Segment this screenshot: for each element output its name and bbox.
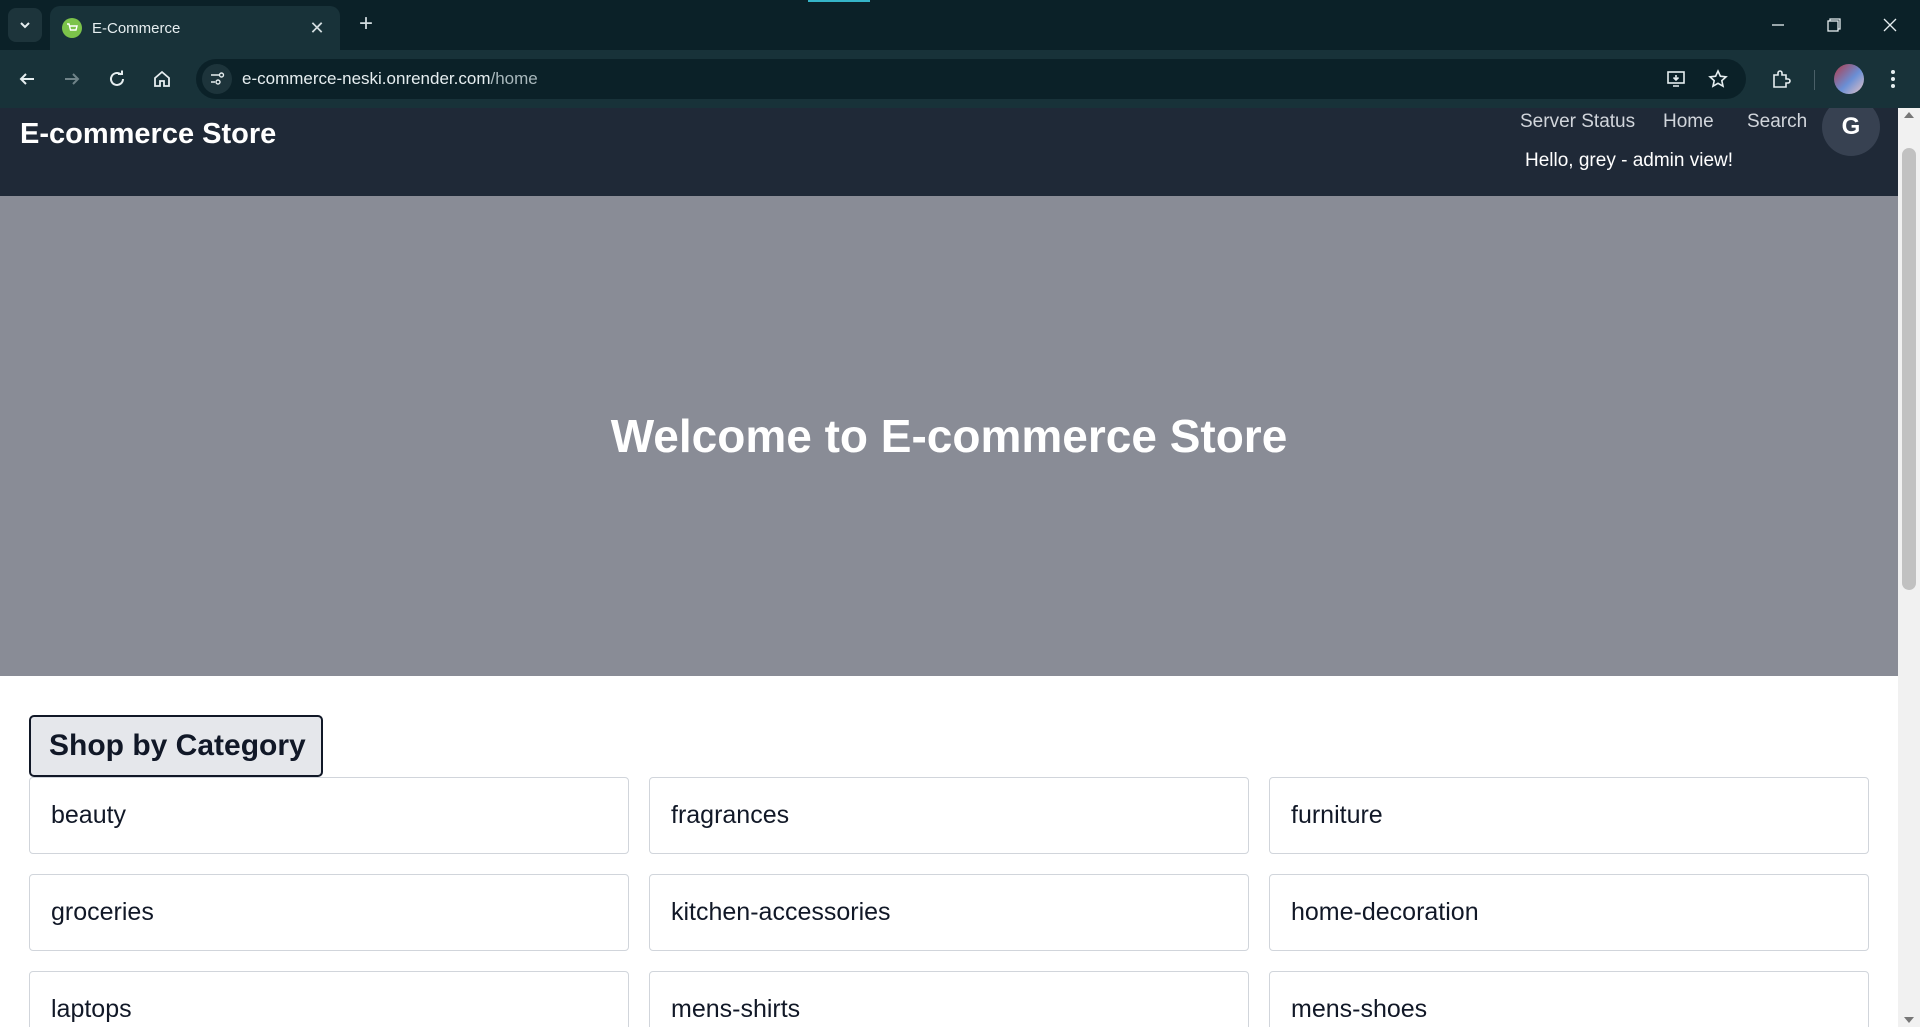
category-card-furniture[interactable]: furniture	[1269, 777, 1869, 854]
url-domain: e-commerce-neski.onrender.com	[242, 69, 491, 88]
tab-strip-accent	[808, 0, 870, 2]
category-card-mens-shoes[interactable]: mens-shoes	[1269, 971, 1869, 1027]
page-scrollbar[interactable]	[1898, 108, 1920, 1027]
browser-tab-active[interactable]: E-Commerce ✕	[50, 6, 340, 50]
close-icon[interactable]: ✕	[306, 18, 328, 39]
window-close-icon[interactable]	[1870, 10, 1910, 40]
plus-icon[interactable]: +	[352, 11, 380, 39]
hero-title: Welcome to E-commerce Store	[610, 410, 1288, 462]
nav-server-status[interactable]: Server Status	[1520, 111, 1635, 133]
install-app-icon[interactable]	[1664, 67, 1688, 91]
more-vertical-icon[interactable]	[1878, 64, 1908, 94]
back-arrow-icon[interactable]	[10, 62, 44, 96]
home-icon[interactable]	[145, 62, 179, 96]
scroll-down-arrow-icon[interactable]	[1904, 1017, 1914, 1023]
browser-toolbar: e-commerce-neski.onrender.com/home	[0, 50, 1920, 108]
tab-search-button[interactable]	[8, 8, 42, 42]
user-avatar[interactable]: G	[1822, 108, 1880, 156]
forward-arrow-icon[interactable]	[55, 62, 89, 96]
category-card-groceries[interactable]: groceries	[29, 874, 629, 951]
url-text: e-commerce-neski.onrender.com/home	[242, 59, 538, 99]
url-path: /home	[490, 69, 538, 88]
site-info-icon[interactable]	[202, 64, 232, 94]
toolbar-separator	[1814, 70, 1815, 90]
page-viewport: E-commerce Store Server Status Home Sear…	[0, 108, 1898, 1027]
scrollbar-thumb[interactable]	[1902, 148, 1916, 590]
nav-home[interactable]: Home	[1663, 111, 1714, 133]
hero-banner: Welcome to E-commerce Store	[0, 196, 1898, 676]
category-card-mens-shirts[interactable]: mens-shirts	[649, 971, 1249, 1027]
star-icon[interactable]	[1706, 67, 1730, 91]
category-card-kitchen-accessories[interactable]: kitchen-accessories	[649, 874, 1249, 951]
chevron-down-icon	[20, 22, 30, 29]
site-brand[interactable]: E-commerce Store	[20, 118, 276, 151]
extensions-icon[interactable]	[1766, 64, 1796, 94]
category-grid: beauty fragrances furniture groceries ki…	[29, 777, 1869, 1027]
user-greeting: Hello, grey - admin view!	[1525, 150, 1734, 171]
category-card-home-decoration[interactable]: home-decoration	[1269, 874, 1869, 951]
category-card-laptops[interactable]: laptops	[29, 971, 629, 1027]
restore-icon[interactable]	[1814, 10, 1854, 40]
scroll-up-arrow-icon[interactable]	[1904, 112, 1914, 118]
nav-search[interactable]: Search	[1747, 111, 1807, 133]
category-section-heading: Shop by Category	[29, 715, 323, 777]
category-card-beauty[interactable]: beauty	[29, 777, 629, 854]
browser-tab-strip: E-Commerce ✕ +	[0, 0, 1920, 50]
reload-icon[interactable]	[100, 62, 134, 96]
minimize-icon[interactable]	[1758, 10, 1798, 40]
address-bar[interactable]: e-commerce-neski.onrender.com/home	[196, 59, 1746, 99]
category-card-fragrances[interactable]: fragrances	[649, 777, 1249, 854]
tab-title: E-Commerce	[92, 19, 181, 37]
shopping-cart-icon	[62, 18, 82, 38]
profile-avatar[interactable]	[1834, 64, 1864, 94]
site-header: E-commerce Store Server Status Home Sear…	[0, 108, 1898, 196]
